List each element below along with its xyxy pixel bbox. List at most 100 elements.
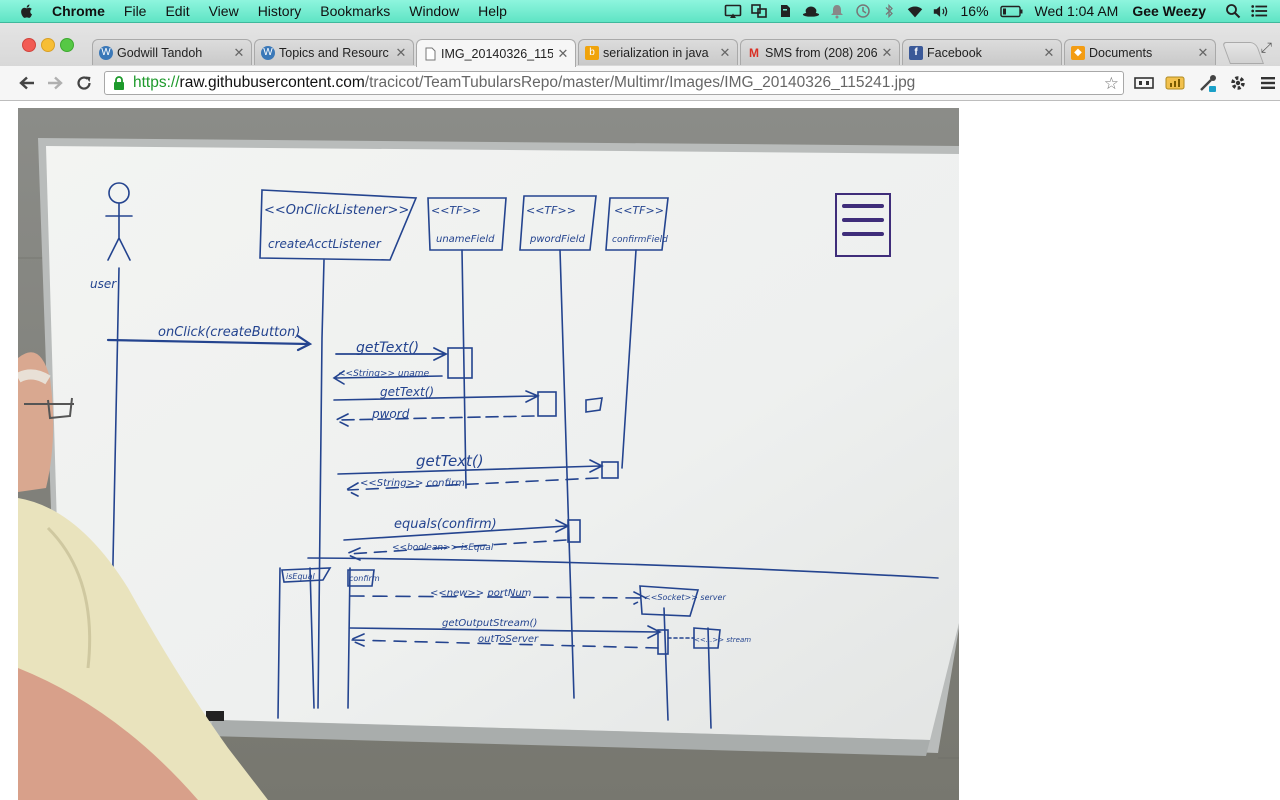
- battery-icon[interactable]: [999, 3, 1024, 19]
- menu-edit[interactable]: Edit: [165, 3, 189, 19]
- tab-image[interactable]: IMG_20140326_115 ✕: [416, 39, 576, 67]
- wb-tf-label-2: <<TF>>: [526, 204, 576, 217]
- tab-documents[interactable]: ◆ Documents ✕: [1064, 39, 1216, 65]
- browser-toolbar: https:// raw.githubusercontent.com /trac…: [0, 66, 1280, 101]
- menu-bookmarks[interactable]: Bookmarks: [320, 3, 390, 19]
- facebook-icon: f: [909, 45, 923, 60]
- dropbox-icon[interactable]: [750, 3, 768, 19]
- menu-file[interactable]: File: [124, 3, 147, 19]
- wb-tf-label-1: <<TF>>: [431, 204, 481, 217]
- wb-msg-onclick: onClick(createButton): [158, 325, 300, 340]
- settings-gear-icon[interactable]: [1228, 74, 1248, 92]
- tab-title: Godwill Tandoh: [117, 45, 203, 60]
- tab-title: Facebook: [927, 45, 982, 60]
- tab-close-icon[interactable]: ✕: [557, 46, 569, 62]
- wordpress-icon: W: [99, 45, 113, 60]
- app-menu[interactable]: Chrome: [52, 3, 105, 19]
- wb-pwordfield-label: pwordField: [529, 234, 586, 245]
- tab-godwill-tandoh[interactable]: W Godwill Tandoh ✕: [92, 39, 252, 65]
- wb-msg-gettext-1: getText(): [356, 340, 419, 356]
- tab-topics-resources[interactable]: W Topics and Resourc ✕: [254, 39, 414, 65]
- chrome-menu-icon[interactable]: [1258, 74, 1278, 92]
- page-content: <<OnClickListener>> createAcctListener <…: [0, 101, 1280, 800]
- url-host: raw.githubusercontent.com: [179, 74, 365, 91]
- eyedropper-extension-icon[interactable]: [1198, 74, 1218, 92]
- battery-percent: 16%: [960, 3, 989, 19]
- tab-close-icon[interactable]: ✕: [395, 45, 407, 61]
- reading-mode-icon[interactable]: [1134, 74, 1154, 92]
- bowler-hat-icon[interactable]: [802, 3, 820, 19]
- volume-icon[interactable]: [932, 3, 950, 19]
- wb-isequal-guard: isEqual: [286, 572, 315, 581]
- menubar-clock[interactable]: Wed 1:04 AM: [1035, 3, 1119, 19]
- forward-button[interactable]: [44, 73, 66, 93]
- wb-onclicklistener-label: <<OnClickListener>>: [264, 203, 409, 218]
- wb-tf-label-3: <<TF>>: [614, 204, 664, 217]
- tab-close-icon[interactable]: ✕: [1197, 45, 1209, 61]
- fullscreen-icon[interactable]: ⤢: [1261, 39, 1272, 56]
- tab-title: SMS from (208) 206: [765, 45, 877, 60]
- wb-msg-new-portnum: <<new>> portNum: [430, 588, 532, 599]
- tab-close-icon[interactable]: ✕: [233, 45, 245, 61]
- bookmark-star-icon[interactable]: ☆: [1104, 74, 1119, 94]
- evernote-icon[interactable]: [776, 3, 794, 19]
- menu-history[interactable]: History: [258, 3, 302, 19]
- notification-center-icon[interactable]: [1250, 3, 1268, 19]
- secure-lock-icon[interactable]: [113, 75, 127, 91]
- tab-facebook[interactable]: f Facebook ✕: [902, 39, 1062, 65]
- window-zoom-button[interactable]: [60, 38, 74, 52]
- extension-chart-icon[interactable]: [1165, 74, 1185, 92]
- address-bar[interactable]: https:// raw.githubusercontent.com /trac…: [104, 71, 1124, 95]
- menu-help[interactable]: Help: [478, 3, 507, 19]
- wb-msg-pword: pword: [371, 407, 410, 421]
- tab-sms[interactable]: M SMS from (208) 206 ✕: [740, 39, 900, 65]
- tab-title: serialization in java: [603, 45, 709, 60]
- wb-msg-getoutputstream: getOutputStream(): [442, 618, 537, 629]
- wb-confirmfield-label: confirmField: [612, 235, 668, 245]
- apple-menu-icon[interactable]: [18, 2, 36, 20]
- browser-window: W Godwill Tandoh ✕ W Topics and Resourc …: [0, 23, 1280, 101]
- wb-actor-label: user: [90, 277, 117, 291]
- eraser: [206, 711, 224, 721]
- window-close-button[interactable]: [22, 38, 36, 52]
- wb-stream-box: <<...>> stream: [694, 636, 751, 644]
- wb-msg-equals: equals(confirm): [394, 517, 497, 532]
- page-icon: [423, 47, 437, 61]
- url-path: /tracicot/TeamTubularsRepo/master/Multim…: [364, 74, 916, 91]
- menu-window[interactable]: Window: [409, 3, 459, 19]
- window-minimize-button[interactable]: [41, 38, 55, 52]
- wifi-icon[interactable]: [906, 3, 924, 19]
- bing-icon: b: [585, 45, 599, 60]
- new-tab-button[interactable]: [1221, 42, 1265, 64]
- tab-close-icon[interactable]: ✕: [881, 45, 893, 61]
- url-scheme: https://: [133, 74, 180, 91]
- menubar: Chrome File Edit View History Bookmarks …: [0, 0, 1280, 23]
- wb-msg-string-confirm: <<String>> confirm: [360, 478, 465, 489]
- notification-bell-icon[interactable]: [828, 3, 846, 19]
- wb-confirm-guard: confirm: [349, 574, 380, 583]
- wb-msg-boolean: <<boolean>> isEqual: [392, 543, 494, 553]
- tab-close-icon[interactable]: ✕: [1043, 45, 1055, 61]
- documents-icon: ◆: [1071, 45, 1085, 60]
- tab-title: Documents: [1089, 45, 1153, 60]
- back-button[interactable]: [16, 73, 38, 93]
- menubar-user[interactable]: Gee Weezy: [1132, 3, 1206, 19]
- airplay-icon[interactable]: [724, 3, 742, 19]
- menu-view[interactable]: View: [209, 3, 239, 19]
- wb-socket-server: <<Socket>> server: [644, 593, 726, 602]
- wb-msg-outtoserver: outToServer: [478, 634, 539, 645]
- wb-msg-gettext-2: getText(): [380, 385, 434, 399]
- reload-button[interactable]: [73, 73, 95, 93]
- gmail-icon: M: [749, 45, 759, 60]
- tab-title: IMG_20140326_115: [441, 46, 553, 61]
- wb-msg-gettext-3: getText(): [416, 452, 484, 470]
- bluetooth-icon[interactable]: [880, 3, 898, 19]
- whiteboard-photo: <<OnClickListener>> createAcctListener <…: [18, 108, 959, 800]
- wb-createacctlistener-label: createAcctListener: [268, 237, 382, 251]
- tab-close-icon[interactable]: ✕: [719, 45, 731, 61]
- wb-unamefield-label: unameField: [436, 234, 495, 245]
- tab-serialization[interactable]: b serialization in java ✕: [578, 39, 738, 65]
- tab-title: Topics and Resourc: [279, 45, 389, 60]
- spotlight-icon[interactable]: [1224, 3, 1242, 19]
- time-machine-icon[interactable]: [854, 3, 872, 19]
